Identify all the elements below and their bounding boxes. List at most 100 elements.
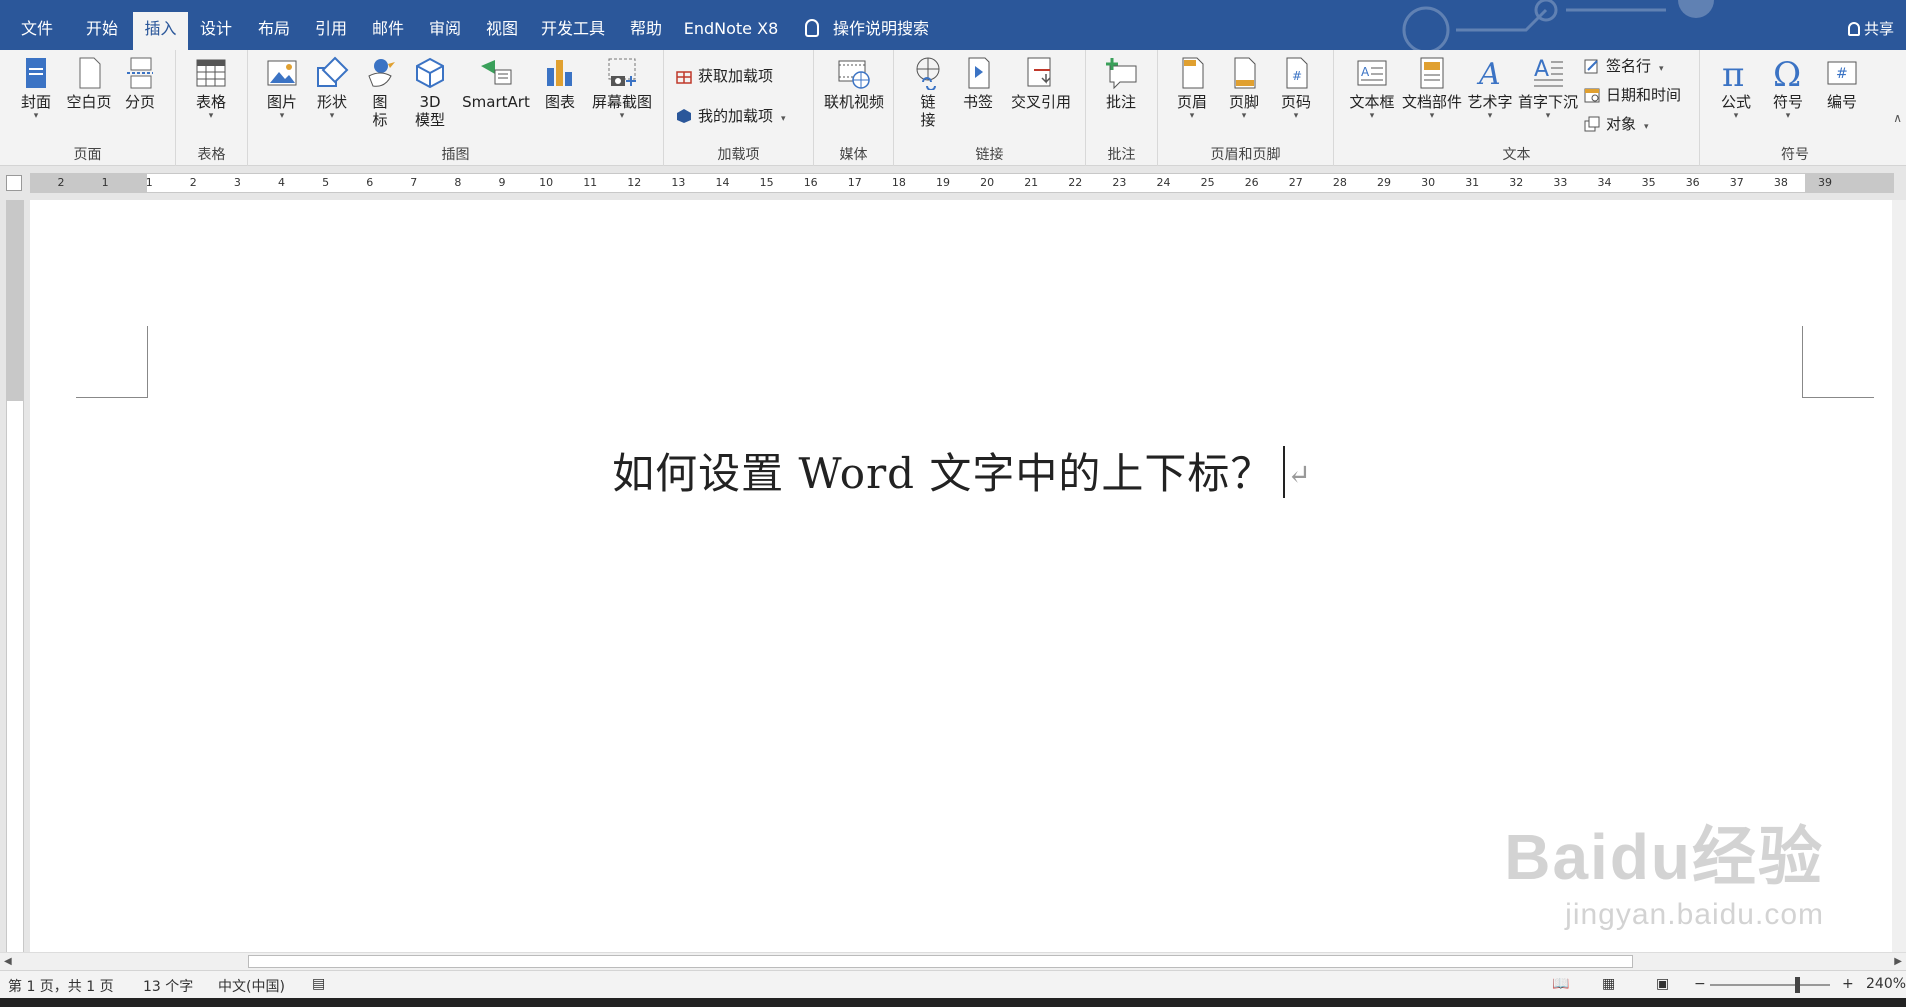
page-break-label: 分页 <box>124 93 155 111</box>
svg-text:A: A <box>1361 65 1370 79</box>
cover-page-button[interactable]: 封面 ▾ <box>14 56 58 121</box>
ruler-number: 32 <box>1509 176 1524 189</box>
tab-selector[interactable] <box>6 175 22 191</box>
3d-model-button[interactable]: 3D 模型 <box>408 56 452 129</box>
header-button[interactable]: 页眉 ▾ <box>1170 56 1214 121</box>
scroll-thumb[interactable] <box>248 955 1633 968</box>
ruler-number: 30 <box>1421 176 1436 189</box>
tab-file[interactable]: 文件 <box>8 12 66 50</box>
numbering-button[interactable]: # 编号 <box>1818 56 1866 111</box>
wordart-button[interactable]: A 艺术字 ▾ <box>1462 56 1518 121</box>
horizontal-scrollbar[interactable]: ◀ ▶ <box>0 952 1906 970</box>
word-count-status[interactable]: 13 个字 <box>143 976 193 996</box>
tab-view[interactable]: 视图 <box>476 12 528 50</box>
date-time-button[interactable]: 日期和时间 <box>1584 83 1681 107</box>
tab-home[interactable]: 开始 <box>72 12 132 50</box>
text-box-button[interactable]: A 文本框 ▾ <box>1344 56 1400 121</box>
watermark-logo: Baidu经验 <box>1504 821 1824 893</box>
get-addins-button[interactable]: 获取加载项 <box>676 64 773 88</box>
vertical-ruler[interactable] <box>6 200 24 954</box>
blank-page-icon <box>79 57 101 89</box>
zoom-slider[interactable] <box>1710 984 1830 986</box>
bookmark-button[interactable]: 书签 <box>956 56 1000 111</box>
tab-endnote[interactable]: EndNote X8 <box>680 12 782 50</box>
equation-button[interactable]: π 公式 ▾ <box>1712 56 1760 121</box>
svg-text:A: A <box>1476 57 1501 90</box>
ruler-number: 14 <box>715 176 730 189</box>
document-page[interactable]: 如何设置 Word 文字中的上下标？ ↵ Baidu经验 jingyan.baid… <box>30 200 1894 952</box>
tab-mailings[interactable]: 邮件 <box>362 12 414 50</box>
symbol-button[interactable]: Ω 符号 ▾ <box>1764 56 1812 121</box>
ruler-number: 16 <box>803 176 818 189</box>
smartart-button[interactable]: SmartArt <box>460 56 532 111</box>
ruler-number: 34 <box>1597 176 1612 189</box>
read-mode-icon[interactable]: 📖 <box>1552 976 1569 992</box>
ruler-number: 21 <box>1024 176 1039 189</box>
ruler-number: 12 <box>627 176 642 189</box>
object-button[interactable]: 对象 ▾ <box>1584 112 1649 136</box>
ruler-number: 26 <box>1244 176 1259 189</box>
3d-model-label-2: 模型 <box>414 111 445 129</box>
cross-reference-button[interactable]: 交叉引用 <box>1006 56 1076 111</box>
shapes-button[interactable]: 形状 ▾ <box>310 56 354 121</box>
zoom-out-icon[interactable]: − <box>1694 976 1706 992</box>
collapse-ribbon-icon[interactable]: ∧ <box>1893 111 1902 125</box>
icons-button[interactable]: 图 标 <box>360 56 400 129</box>
tab-layout[interactable]: 布局 <box>248 12 300 50</box>
vertical-scrollbar[interactable] <box>1892 200 1906 952</box>
document-title-line[interactable]: 如何设置 Word 文字中的上下标？ ↵ <box>30 440 1894 501</box>
drop-cap-button[interactable]: A 首字下沉 ▾ <box>1514 56 1582 121</box>
symbol-label: 符号 <box>1772 93 1803 111</box>
svg-text:A: A <box>1534 57 1549 82</box>
picture-button[interactable]: 图片 ▾ <box>260 56 304 121</box>
user-icon <box>1847 22 1860 36</box>
blank-page-button[interactable]: 空白页 <box>62 56 116 111</box>
print-layout-icon[interactable]: ▦ <box>1602 976 1615 992</box>
page-number-button[interactable]: # 页码 ▾ <box>1274 56 1318 121</box>
zoom-in-icon[interactable]: + <box>1842 976 1854 992</box>
page-break-button[interactable]: 分页 <box>118 56 162 111</box>
scroll-right-icon[interactable]: ▶ <box>1894 953 1902 971</box>
chart-button[interactable]: 图表 <box>538 56 582 111</box>
watermark-url: jingyan.baidu.com <box>1565 898 1824 931</box>
table-button[interactable]: 表格 ▾ <box>188 56 234 121</box>
table-label: 表格 <box>195 93 226 111</box>
group-pages-label: 页面 <box>73 147 102 163</box>
group-text: A 文本框 ▾ 文档部件 ▾ A 艺术字 ▾ A 首字下沉 ▾ 签名行 ▾ 日期和… <box>1334 50 1700 166</box>
web-layout-icon[interactable]: ▣ <box>1656 976 1669 992</box>
group-illustrations: 图片 ▾ 形状 ▾ 图 标 3D 模型 SmartArt 图表 屏幕截图 ▾ 插… <box>248 50 664 166</box>
tab-design[interactable]: 设计 <box>190 12 242 50</box>
scroll-left-icon[interactable]: ◀ <box>4 953 12 971</box>
quick-parts-button[interactable]: 文档部件 ▾ <box>1400 56 1464 121</box>
document-title-text: 如何设置 Word 文字中的上下标？ <box>612 449 1274 498</box>
tab-insert[interactable]: 插入 <box>133 12 188 50</box>
macro-record-icon[interactable]: ▤ <box>312 976 325 992</box>
horizontal-ruler[interactable]: 2 1 1 2 3 4 5 6 7 8 9 10 11 12 13 14 15 16 17 18 19 20 21 22 23 2… <box>30 173 1894 193</box>
taskbar-edge <box>0 998 1906 1007</box>
footer-button[interactable]: 页脚 ▾ <box>1222 56 1266 121</box>
signature-line-button[interactable]: 签名行 ▾ <box>1584 54 1664 78</box>
tell-me-search[interactable]: 操作说明搜索 <box>805 12 929 46</box>
zoom-slider-knob[interactable] <box>1795 977 1800 993</box>
ruler-number: 23 <box>1112 176 1127 189</box>
online-video-button[interactable]: 联机视频 <box>822 56 886 111</box>
share-button[interactable]: 共享 <box>1847 12 1894 46</box>
tab-review[interactable]: 审阅 <box>419 12 471 50</box>
page-count-status[interactable]: 第 1 页，共 1 页 <box>8 976 114 996</box>
picture-label: 图片 <box>266 93 297 111</box>
svg-text:#: # <box>1292 69 1302 83</box>
tab-references[interactable]: 引用 <box>305 12 357 50</box>
tab-help[interactable]: 帮助 <box>618 12 674 50</box>
crop-mark-top-right <box>1802 326 1874 398</box>
comment-button[interactable]: 批注 <box>1098 56 1144 111</box>
screenshot-button[interactable]: 屏幕截图 ▾ <box>586 56 658 121</box>
zoom-level[interactable]: 240% <box>1866 976 1906 992</box>
footer-label: 页脚 <box>1228 93 1259 111</box>
chevron-down-icon: ▾ <box>1659 64 1664 74</box>
tab-developer[interactable]: 开发工具 <box>533 12 613 50</box>
header-icon <box>1182 57 1204 89</box>
link-button[interactable]: 链 接 <box>908 56 948 129</box>
language-status[interactable]: 中文(中国) <box>218 976 285 996</box>
lightbulb-icon <box>805 19 819 37</box>
my-addins-button[interactable]: 我的加载项 ▾ <box>676 104 786 128</box>
